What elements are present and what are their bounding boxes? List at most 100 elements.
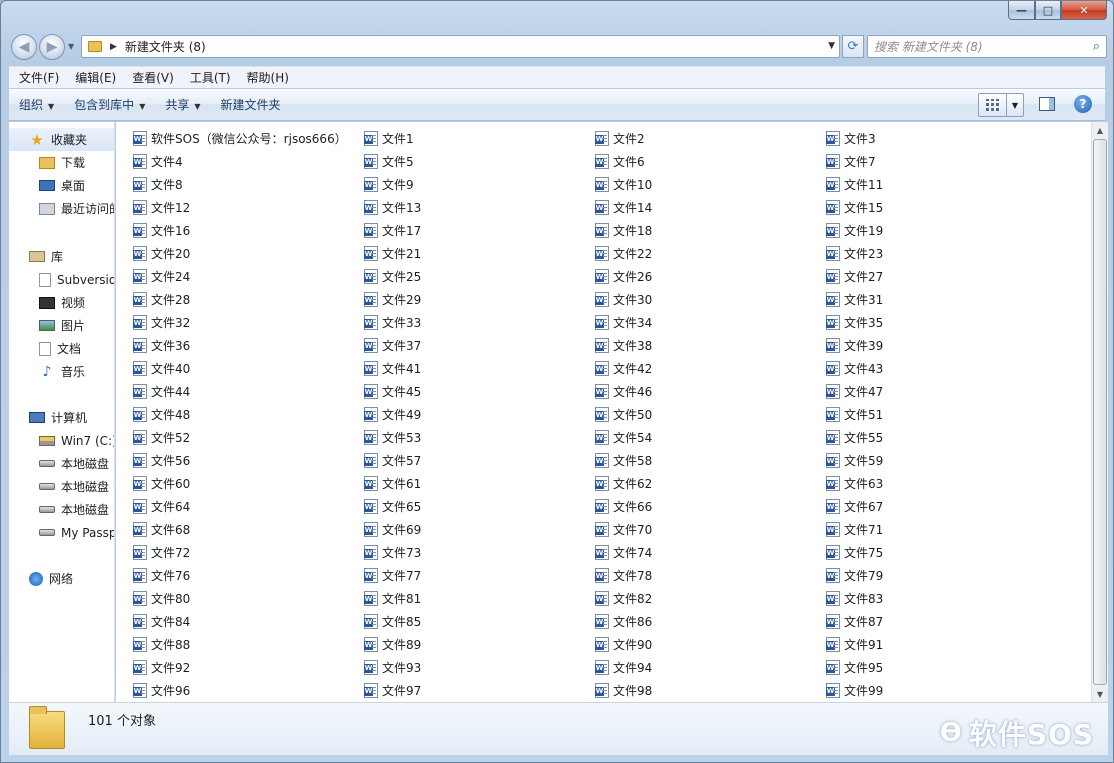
close-button[interactable]: ✕ bbox=[1061, 1, 1107, 20]
file-item[interactable]: 文件35 bbox=[826, 311, 1057, 334]
sidebar-item-drive-c[interactable]: Win7 (C:) bbox=[9, 429, 114, 452]
forward-button[interactable]: ▶ bbox=[39, 34, 65, 60]
file-item[interactable]: 文件10 bbox=[595, 173, 826, 196]
file-item[interactable]: 文件71 bbox=[826, 518, 1057, 541]
file-item[interactable]: 文件27 bbox=[826, 265, 1057, 288]
file-item[interactable]: 文件54 bbox=[595, 426, 826, 449]
file-item[interactable]: 文件30 bbox=[595, 288, 826, 311]
file-item[interactable]: 文件86 bbox=[595, 610, 826, 633]
file-item[interactable]: 文件87 bbox=[826, 610, 1057, 633]
file-item[interactable]: 文件68 bbox=[133, 518, 364, 541]
file-item[interactable]: 文件73 bbox=[364, 541, 595, 564]
file-item[interactable]: 软件SOS（微信公众号：rjsos666） bbox=[133, 127, 364, 150]
sidebar-item-computer[interactable]: 计算机 bbox=[9, 406, 114, 429]
file-item[interactable]: 文件80 bbox=[133, 587, 364, 610]
file-item[interactable]: 文件50 bbox=[595, 403, 826, 426]
file-item[interactable]: 文件32 bbox=[133, 311, 364, 334]
file-item[interactable]: 文件79 bbox=[826, 564, 1057, 587]
file-item[interactable]: 文件93 bbox=[364, 656, 595, 679]
menu-edit[interactable]: 编辑(E) bbox=[67, 67, 124, 89]
file-item[interactable]: 文件99 bbox=[826, 679, 1057, 702]
sidebar-item-pictures[interactable]: 图片 bbox=[9, 314, 114, 337]
sidebar-item-recent-places[interactable]: 最近访问的位置 bbox=[9, 197, 114, 220]
search-box[interactable]: 搜索 新建文件夹 (8) ⌕ bbox=[867, 35, 1107, 58]
file-item[interactable]: 文件75 bbox=[826, 541, 1057, 564]
file-item[interactable]: 文件9 bbox=[364, 173, 595, 196]
file-item[interactable]: 文件24 bbox=[133, 265, 364, 288]
file-item[interactable]: 文件22 bbox=[595, 242, 826, 265]
sidebar-item-favorites[interactable]: ★ 收藏夹 bbox=[9, 128, 114, 151]
recent-pages-dropdown[interactable]: ▼ bbox=[68, 42, 74, 51]
scroll-down-icon[interactable]: ▼ bbox=[1092, 686, 1108, 702]
file-item[interactable]: 文件34 bbox=[595, 311, 826, 334]
file-item[interactable]: 文件37 bbox=[364, 334, 595, 357]
breadcrumb-arrow-icon[interactable]: ▶ bbox=[110, 42, 117, 52]
file-item[interactable]: 文件42 bbox=[595, 357, 826, 380]
file-item[interactable]: 文件31 bbox=[826, 288, 1057, 311]
file-item[interactable]: 文件85 bbox=[364, 610, 595, 633]
sidebar-item-downloads[interactable]: 下载 bbox=[9, 151, 114, 174]
menu-help[interactable]: 帮助(H) bbox=[239, 67, 297, 89]
refresh-button[interactable]: ⟳ bbox=[842, 35, 864, 58]
sidebar-item-videos[interactable]: 视频 bbox=[9, 291, 114, 314]
organize-button[interactable]: 组织 ▼ bbox=[9, 92, 64, 118]
back-button[interactable]: ◀ bbox=[11, 34, 37, 60]
sidebar-item-documents[interactable]: 文档 bbox=[9, 337, 114, 360]
file-item[interactable]: 文件8 bbox=[133, 173, 364, 196]
menu-file[interactable]: 文件(F) bbox=[11, 67, 67, 89]
sidebar-item-drive-g[interactable]: My Passport (G:) bbox=[9, 521, 114, 544]
file-item[interactable]: 文件60 bbox=[133, 472, 364, 495]
sidebar-item-subversion[interactable]: Subversion bbox=[9, 268, 114, 291]
file-item[interactable]: 文件58 bbox=[595, 449, 826, 472]
file-item[interactable]: 文件82 bbox=[595, 587, 826, 610]
file-item[interactable]: 文件95 bbox=[826, 656, 1057, 679]
file-item[interactable]: 文件48 bbox=[133, 403, 364, 426]
file-item[interactable]: 文件63 bbox=[826, 472, 1057, 495]
file-item[interactable]: 文件90 bbox=[595, 633, 826, 656]
file-item[interactable]: 文件55 bbox=[826, 426, 1057, 449]
file-item[interactable]: 文件2 bbox=[595, 127, 826, 150]
file-item[interactable]: 文件18 bbox=[595, 219, 826, 242]
file-item[interactable]: 文件46 bbox=[595, 380, 826, 403]
file-item[interactable]: 文件1 bbox=[364, 127, 595, 150]
file-item[interactable]: 文件47 bbox=[826, 380, 1057, 403]
file-item[interactable]: 文件3 bbox=[826, 127, 1057, 150]
file-item[interactable]: 文件6 bbox=[595, 150, 826, 173]
sidebar-item-drive-f[interactable]: 本地磁盘 (F:) bbox=[9, 498, 114, 521]
file-item[interactable]: 文件26 bbox=[595, 265, 826, 288]
file-item[interactable]: 文件14 bbox=[595, 196, 826, 219]
sidebar-item-desktop[interactable]: 桌面 bbox=[9, 174, 114, 197]
file-item[interactable]: 文件78 bbox=[595, 564, 826, 587]
minimize-button[interactable]: — bbox=[1008, 1, 1035, 20]
sidebar-item-libraries[interactable]: 库 bbox=[9, 245, 114, 268]
sidebar-item-drive-e[interactable]: 本地磁盘 (E:) bbox=[9, 475, 114, 498]
file-item[interactable]: 文件84 bbox=[133, 610, 364, 633]
file-item[interactable]: 文件38 bbox=[595, 334, 826, 357]
file-item[interactable]: 文件74 bbox=[595, 541, 826, 564]
file-item[interactable]: 文件81 bbox=[364, 587, 595, 610]
new-folder-button[interactable]: 新建文件夹 bbox=[211, 92, 291, 118]
file-item[interactable]: 文件29 bbox=[364, 288, 595, 311]
file-item[interactable]: 文件40 bbox=[133, 357, 364, 380]
preview-pane-icon[interactable] bbox=[1039, 97, 1055, 111]
share-button[interactable]: 共享 ▼ bbox=[155, 92, 210, 118]
address-path[interactable]: 新建文件夹 (8) bbox=[125, 38, 206, 55]
file-item[interactable]: 文件39 bbox=[826, 334, 1057, 357]
file-item[interactable]: 文件23 bbox=[826, 242, 1057, 265]
file-item[interactable]: 文件19 bbox=[826, 219, 1057, 242]
file-item[interactable]: 文件66 bbox=[595, 495, 826, 518]
view-grid-icon[interactable] bbox=[979, 94, 1007, 116]
file-list-area[interactable]: 软件SOS（微信公众号：rjsos666） 文件1 文件2 文件3 文件4 文件5 文件6 文… bbox=[116, 122, 1091, 702]
file-item[interactable]: 文件97 bbox=[364, 679, 595, 702]
menu-tools[interactable]: 工具(T) bbox=[182, 67, 239, 89]
menu-view[interactable]: 查看(V) bbox=[124, 67, 182, 89]
address-bar[interactable]: ▶ 新建文件夹 (8) ▼ bbox=[81, 35, 840, 58]
file-item[interactable]: 文件94 bbox=[595, 656, 826, 679]
file-item[interactable]: 文件7 bbox=[826, 150, 1057, 173]
file-item[interactable]: 文件76 bbox=[133, 564, 364, 587]
file-item[interactable]: 文件49 bbox=[364, 403, 595, 426]
file-item[interactable]: 文件11 bbox=[826, 173, 1057, 196]
scrollbar-thumb[interactable] bbox=[1093, 139, 1107, 685]
file-item[interactable]: 文件65 bbox=[364, 495, 595, 518]
file-item[interactable]: 文件45 bbox=[364, 380, 595, 403]
